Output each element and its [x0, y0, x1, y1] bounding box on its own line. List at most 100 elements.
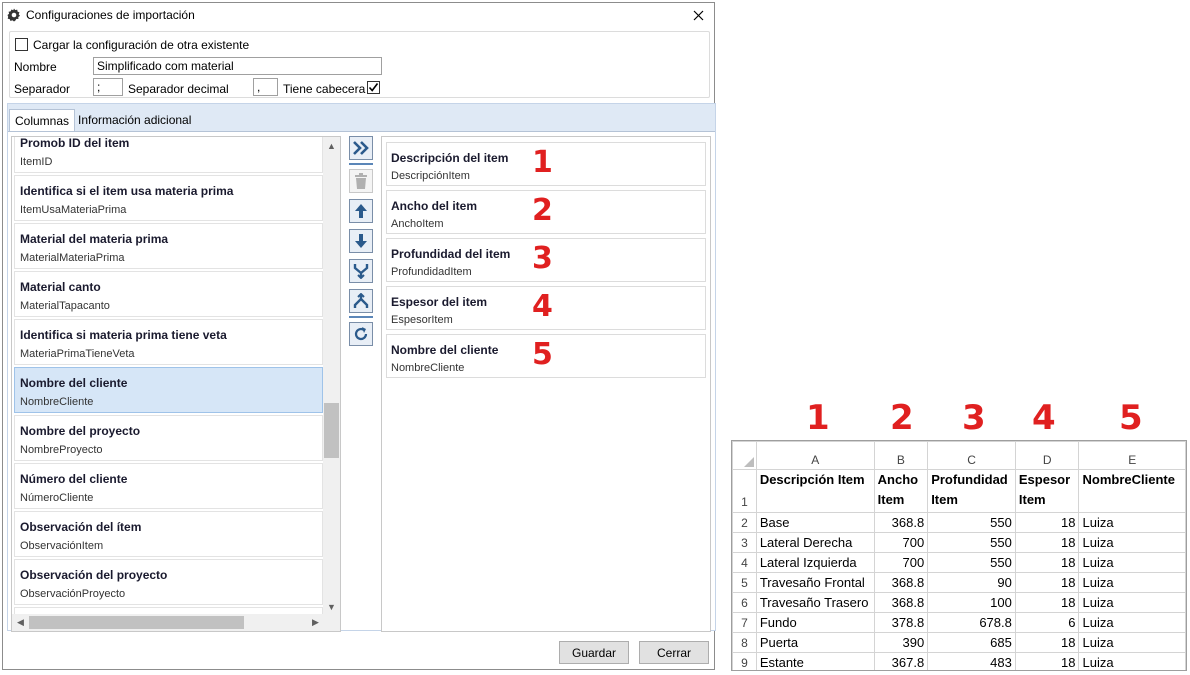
move-up-button[interactable] [349, 199, 373, 223]
table-cell[interactable]: 550 [927, 552, 1016, 573]
close-window-button[interactable] [688, 5, 708, 25]
table-cell[interactable]: 700 [873, 552, 929, 573]
merge-button[interactable] [349, 259, 373, 283]
vertical-scrollbar[interactable]: ▲ ▼ [323, 137, 340, 615]
name-input[interactable]: Simplificado com material [93, 57, 382, 75]
save-button[interactable]: Guardar [559, 641, 629, 664]
table-cell[interactable]: 685 [927, 632, 1016, 653]
table-cell[interactable]: Luiza [1078, 552, 1186, 573]
header-cell[interactable]: Espesor Item [1014, 469, 1080, 513]
table-cell[interactable]: Lateral Izquierda [755, 552, 875, 573]
row-number[interactable]: 2 [732, 512, 757, 533]
available-column-item[interactable]: Nombre del cliente NombreCliente [14, 367, 323, 413]
header-cell[interactable]: Descripción Item [755, 469, 875, 513]
row-number[interactable]: 9 [732, 652, 757, 670]
available-column-item[interactable]: Material del materia prima MaterialMateri… [14, 223, 323, 269]
scroll-thumb[interactable] [324, 403, 339, 458]
available-column-item[interactable]: Identifica si el item usa materia prima I… [14, 175, 323, 221]
hscroll-thumb[interactable] [29, 616, 244, 629]
table-cell[interactable]: Travesaño Frontal [755, 572, 875, 593]
table-cell[interactable]: Travesaño Trasero [755, 592, 875, 613]
available-column-item[interactable]: Material canto MaterialTapacanto [14, 271, 323, 317]
column-letter[interactable]: A [755, 441, 875, 470]
scroll-down-icon[interactable]: ▼ [323, 598, 340, 615]
selected-columns-list[interactable]: Descripción del item DescripciónItem 1 Anch… [381, 136, 711, 632]
selected-column-item[interactable]: Descripción del item DescripciónItem 1 [386, 142, 706, 186]
load-existing-checkbox[interactable] [15, 38, 28, 51]
table-cell[interactable]: 18 [1014, 512, 1080, 533]
delete-button[interactable] [349, 169, 373, 193]
table-cell[interactable]: 100 [927, 592, 1016, 613]
column-letter[interactable]: B [873, 441, 929, 470]
table-cell[interactable]: 368.8 [873, 572, 929, 593]
row-number[interactable]: 1 [732, 469, 757, 513]
table-cell[interactable]: 368.8 [873, 512, 929, 533]
horizontal-scrollbar[interactable]: ◀ ▶ [12, 614, 324, 631]
header-cell[interactable]: Ancho Item [873, 469, 929, 513]
table-cell[interactable]: 90 [927, 572, 1016, 593]
header-cell[interactable]: Profundidad Item [927, 469, 1016, 513]
scroll-right-icon[interactable]: ▶ [307, 614, 324, 631]
table-cell[interactable]: 6 [1014, 612, 1080, 633]
table-cell[interactable]: 678.8 [927, 612, 1016, 633]
table-cell[interactable]: Luiza [1078, 652, 1186, 670]
available-column-item[interactable]: Observación del proyecto ObservaciónProye… [14, 559, 323, 605]
close-button[interactable]: Cerrar [639, 641, 709, 664]
table-cell[interactable]: 368.8 [873, 592, 929, 613]
row-number[interactable]: 5 [732, 572, 757, 593]
table-cell[interactable]: 483 [927, 652, 1016, 670]
table-cell[interactable]: Luiza [1078, 572, 1186, 593]
selected-column-item[interactable]: Profundidad del item ProfundidadItem 3 [386, 238, 706, 282]
table-cell[interactable]: Luiza [1078, 592, 1186, 613]
available-column-item[interactable]: Observación del ítem ObservaciónItem [14, 511, 323, 557]
scroll-left-icon[interactable]: ◀ [12, 614, 29, 631]
selected-column-item[interactable]: Espesor del item EspesorItem 4 [386, 286, 706, 330]
table-cell[interactable]: Estante [755, 652, 875, 670]
row-number[interactable]: 4 [732, 552, 757, 573]
table-cell[interactable]: Luiza [1078, 512, 1186, 533]
column-letter[interactable]: D [1014, 441, 1080, 470]
table-cell[interactable]: 18 [1014, 532, 1080, 553]
table-cell[interactable]: 367.8 [873, 652, 929, 670]
table-cell[interactable]: 18 [1014, 552, 1080, 573]
available-column-item[interactable]: Identifica si materia prima tiene veta Ma… [14, 319, 323, 365]
table-cell[interactable]: 18 [1014, 632, 1080, 653]
table-cell[interactable]: 18 [1014, 572, 1080, 593]
add-all-button[interactable] [349, 136, 373, 160]
table-cell[interactable]: 550 [927, 532, 1016, 553]
table-cell[interactable]: 18 [1014, 592, 1080, 613]
selected-column-item[interactable]: Ancho del item AnchoItem 2 [386, 190, 706, 234]
row-number[interactable]: 7 [732, 612, 757, 633]
row-number[interactable]: 6 [732, 592, 757, 613]
column-letter[interactable]: C [927, 441, 1016, 470]
column-letter[interactable]: E [1078, 441, 1186, 470]
row-number[interactable]: 3 [732, 532, 757, 553]
selected-column-item[interactable]: Nombre del cliente NombreCliente 5 [386, 334, 706, 378]
table-cell[interactable]: 18 [1014, 652, 1080, 670]
scroll-up-icon[interactable]: ▲ [323, 137, 340, 154]
table-cell[interactable]: 390 [873, 632, 929, 653]
available-columns-list[interactable]: Promob ID del item ItemID Identifica si el… [11, 136, 341, 632]
available-column-item[interactable]: Número del cliente NúmeroCliente [14, 463, 323, 509]
table-cell[interactable]: 700 [873, 532, 929, 553]
table-cell[interactable]: Fundo [755, 612, 875, 633]
table-cell[interactable]: Base [755, 512, 875, 533]
table-cell[interactable]: Luiza [1078, 612, 1186, 633]
header-cell[interactable]: NombreCliente [1078, 469, 1186, 513]
available-column-item[interactable]: Nombre del proyecto NombreProyecto [14, 415, 323, 461]
decimal-separator-input[interactable]: , [253, 78, 278, 96]
tab-columns[interactable]: Columnas [9, 109, 76, 132]
move-down-button[interactable] [349, 229, 373, 253]
table-cell[interactable]: Lateral Derecha [755, 532, 875, 553]
split-button[interactable] [349, 289, 373, 313]
table-cell[interactable]: Luiza [1078, 532, 1186, 553]
table-cell[interactable]: 378.8 [873, 612, 929, 633]
available-column-item[interactable]: Promob ID del item ItemID [14, 137, 323, 173]
select-all-corner[interactable] [732, 441, 757, 470]
has-header-checkbox[interactable] [367, 81, 380, 94]
table-cell[interactable]: 550 [927, 512, 1016, 533]
separator-input[interactable]: ; [93, 78, 123, 96]
table-cell[interactable]: Luiza [1078, 632, 1186, 653]
refresh-button[interactable] [349, 322, 373, 346]
row-number[interactable]: 8 [732, 632, 757, 653]
